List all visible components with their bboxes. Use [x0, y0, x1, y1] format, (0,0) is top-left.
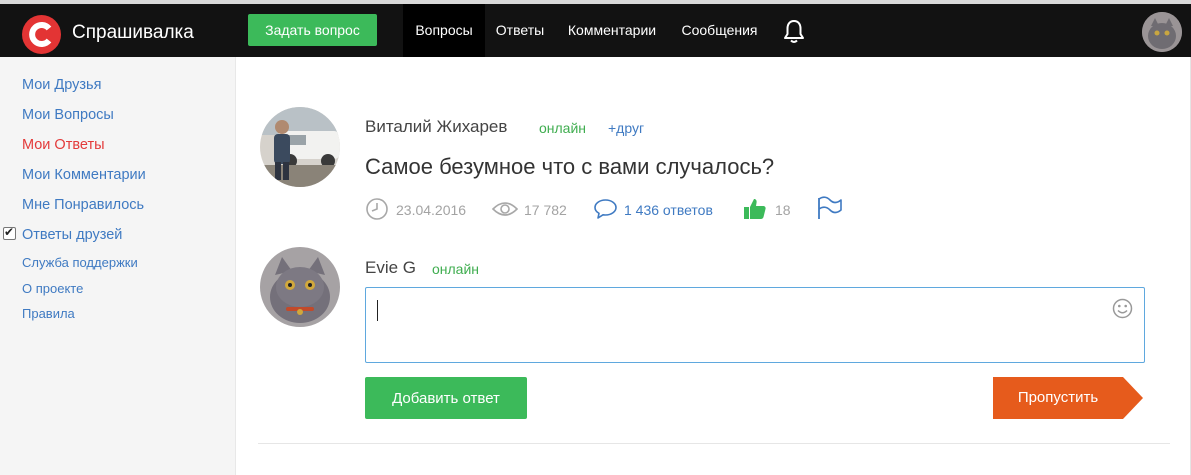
- brand-name[interactable]: Спрашивалка: [72, 22, 194, 44]
- reply-user-avatar[interactable]: [260, 247, 340, 327]
- bell-icon[interactable]: [782, 19, 806, 45]
- text-caret: [377, 300, 378, 321]
- nav-answers[interactable]: Ответы: [487, 4, 553, 57]
- question-title[interactable]: Самое безумное что с вами случалось?: [365, 154, 774, 180]
- logo-icon[interactable]: [22, 15, 61, 54]
- header: Спрашивалка Задать вопрос Вопросы Ответы…: [0, 4, 1191, 57]
- likes-count: 18: [775, 202, 791, 218]
- sidebar-link-my-comments[interactable]: Мои Комментарии: [22, 167, 146, 183]
- add-answer-button[interactable]: Добавить ответ: [365, 377, 527, 419]
- friends-answers-checkbox[interactable]: [3, 225, 16, 240]
- sidebar-link-friends[interactable]: Мои Друзья: [22, 77, 101, 93]
- ask-question-button[interactable]: Задать вопрос: [248, 14, 377, 46]
- sidebar-link-about[interactable]: О проекте: [22, 281, 83, 296]
- eye-icon: [492, 202, 518, 216]
- reply-user-online-status: онлайн: [432, 261, 480, 277]
- skip-button-label[interactable]: Пропустить: [993, 377, 1123, 419]
- sidebar-link-support[interactable]: Служба поддержки: [22, 255, 138, 270]
- sidebar-link-my-answers[interactable]: Мои Ответы: [22, 137, 105, 153]
- add-friend-link[interactable]: +друг: [608, 120, 644, 136]
- comment-icon[interactable]: [593, 198, 618, 220]
- thumbs-up-icon[interactable]: [743, 197, 767, 221]
- author-online-status: онлайн: [539, 120, 587, 136]
- reply-user-name[interactable]: Evie G: [365, 258, 416, 278]
- sidebar-link-friends-answers[interactable]: Ответы друзей: [22, 227, 122, 243]
- flag-icon[interactable]: [817, 195, 843, 221]
- nav-questions[interactable]: Вопросы: [403, 4, 485, 57]
- question-views: 17 782: [524, 202, 567, 218]
- answer-input[interactable]: [365, 287, 1145, 363]
- user-avatar[interactable]: [1142, 12, 1182, 52]
- sidebar-link-my-questions[interactable]: Мои Вопросы: [22, 107, 114, 123]
- question-date: 23.04.2016: [396, 202, 467, 218]
- nav-comments[interactable]: Комментарии: [558, 4, 666, 57]
- sidebar-link-rules[interactable]: Правила: [22, 306, 75, 321]
- author-avatar[interactable]: [260, 107, 340, 187]
- question-author[interactable]: Виталий Жихарев: [365, 117, 507, 137]
- nav-messages[interactable]: Сообщения: [672, 4, 767, 57]
- smile-icon[interactable]: [1112, 298, 1133, 319]
- answers-count-link[interactable]: 1 436 ответов: [624, 202, 713, 218]
- content-divider: [258, 443, 1170, 444]
- clock-icon: [366, 198, 388, 220]
- sidebar: Мои Друзья Мои Вопросы Мои Ответы Мои Ко…: [0, 57, 236, 475]
- sidebar-link-liked[interactable]: Мне Понравилось: [22, 197, 144, 213]
